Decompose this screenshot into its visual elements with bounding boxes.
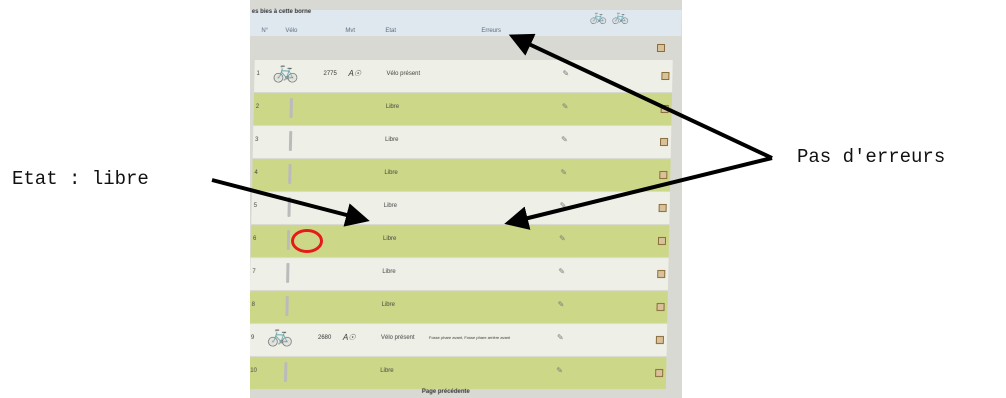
arrow-to-erreurs-row (504, 156, 773, 230)
arrow-to-etat-libre (211, 178, 370, 227)
annotation-arrows (211, 33, 773, 230)
annotation-etat-libre: Etat : libre (12, 168, 149, 190)
arrow-to-erreurs-header (508, 33, 773, 160)
annotation-pas-erreurs: Pas d'erreurs (797, 146, 946, 168)
